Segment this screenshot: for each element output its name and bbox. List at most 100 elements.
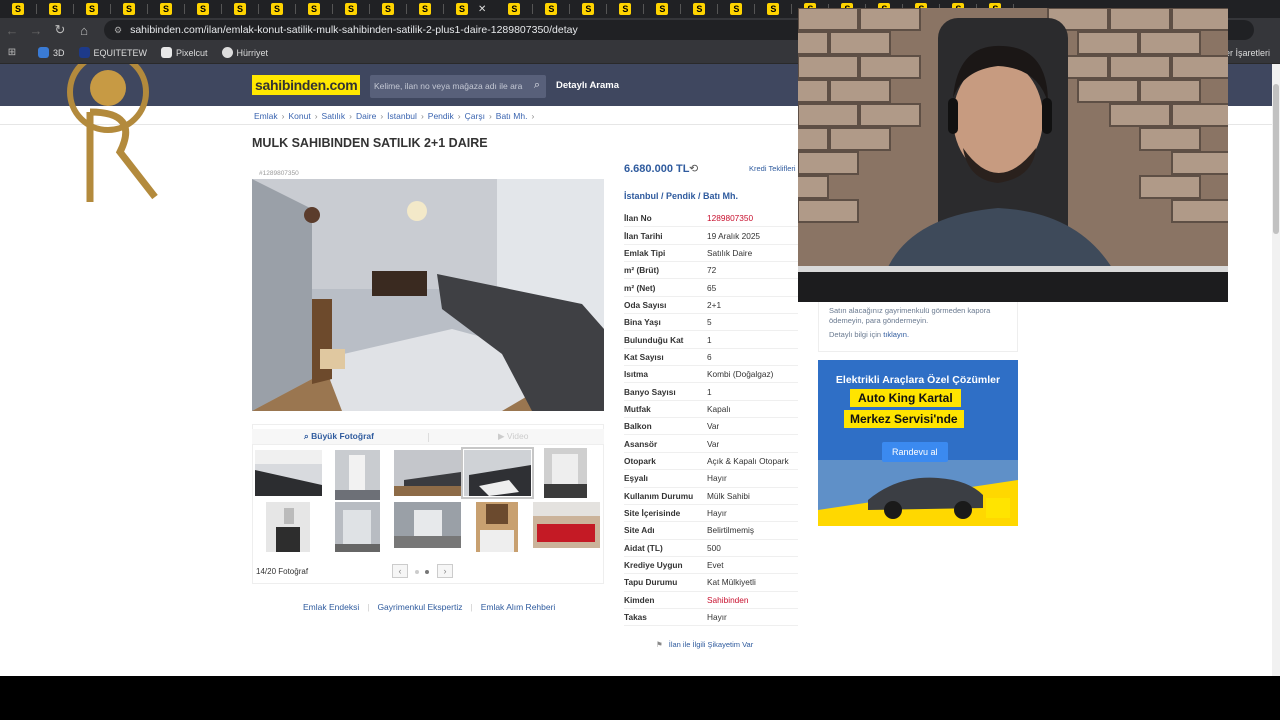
link-emlak-alim-rehberi[interactable]: Emlak Alım Rehberi bbox=[481, 602, 556, 612]
search-icon[interactable]: ⌕ bbox=[534, 79, 540, 92]
tab-favicon[interactable]: S bbox=[545, 3, 558, 15]
scrollbar-thumb[interactable] bbox=[1273, 84, 1279, 234]
tab-favicon[interactable]: S bbox=[160, 3, 172, 15]
tab-separator bbox=[680, 4, 682, 14]
detail-key: Site İçerisinde bbox=[624, 508, 681, 519]
tab-favicon[interactable]: S bbox=[730, 3, 743, 15]
tab-favicon[interactable]: S bbox=[345, 3, 357, 15]
tab-favicon[interactable]: S bbox=[308, 3, 320, 15]
bookmark-3d[interactable]: 3D bbox=[38, 47, 65, 58]
advertisement[interactable]: Elektrikli Araçlara Özel Çözümler Auto K… bbox=[818, 360, 1018, 526]
complaint-link[interactable]: ⚑ İlan ile İlgili Şikayetim Var bbox=[656, 640, 753, 649]
page-dot[interactable] bbox=[415, 570, 419, 574]
thumbnail[interactable] bbox=[544, 448, 587, 498]
breadcrumb-item[interactable]: İstanbul bbox=[387, 111, 417, 121]
page-dot-active[interactable] bbox=[425, 570, 429, 574]
detail-value: 1289807350 bbox=[707, 213, 754, 224]
detail-value: Kat Mülkiyetli bbox=[707, 577, 756, 588]
breadcrumb-item[interactable]: Emlak bbox=[254, 111, 278, 121]
tab-favicon[interactable]: S bbox=[123, 3, 135, 15]
detail-key: Bina Yaşı bbox=[624, 317, 661, 328]
search-input[interactable]: Kelime, ilan no veya mağaza adı ile ara … bbox=[370, 75, 546, 98]
detail-key: Site Adı bbox=[624, 525, 655, 536]
tab-favicon[interactable]: S bbox=[456, 3, 468, 15]
tab-favicon[interactable]: S bbox=[12, 3, 24, 15]
apps-icon[interactable]: ⊞ bbox=[0, 47, 24, 58]
back-icon[interactable]: ← bbox=[0, 23, 24, 38]
big-photo-link[interactable]: ⌕ Büyük Fotoğraf bbox=[304, 431, 374, 442]
tab-favicon[interactable]: S bbox=[271, 3, 283, 15]
video-link[interactable]: ▶ Video bbox=[498, 431, 529, 442]
tab-separator bbox=[569, 4, 571, 14]
tab-separator bbox=[532, 4, 534, 14]
tab-favicon[interactable]: S bbox=[619, 3, 632, 15]
location-breadcrumb[interactable]: İstanbul / Pendik / Batı Mh. bbox=[624, 191, 738, 201]
main-photo[interactable] bbox=[252, 179, 604, 411]
bookmark-pixelcut[interactable]: Pixelcut bbox=[161, 47, 208, 58]
tab-favicon[interactable]: S bbox=[197, 3, 209, 15]
detail-row: Takas Hayır bbox=[624, 609, 798, 627]
thumbnail[interactable] bbox=[476, 502, 518, 552]
breadcrumb-item[interactable]: Çarşı bbox=[465, 111, 485, 121]
detail-key: Oda Sayısı bbox=[624, 299, 667, 310]
page-scrollbar[interactable] bbox=[1272, 64, 1280, 676]
credit-offers-link[interactable]: Kredi Teklifleri bbox=[749, 164, 796, 173]
detailed-search-link[interactable]: Detaylı Arama bbox=[556, 80, 619, 91]
ad-brand: Auto King Kartal bbox=[850, 389, 961, 407]
next-page-button[interactable]: › bbox=[437, 564, 453, 578]
tab-favicon[interactable]: S bbox=[508, 3, 521, 15]
detail-key: Otopark bbox=[624, 455, 656, 466]
tab-favicon[interactable]: S bbox=[582, 3, 595, 15]
tab-favicon[interactable]: S bbox=[693, 3, 706, 15]
detail-row: Emlak Tipi Satılık Daire bbox=[624, 245, 798, 263]
safety-more-link[interactable]: tıklayın. bbox=[883, 330, 909, 339]
tab-favicon[interactable]: S bbox=[234, 3, 246, 15]
detail-value: 6 bbox=[707, 351, 712, 362]
link-gayrimenkul-ekspertiz[interactable]: Gayrimenkul Ekspertiz bbox=[377, 602, 462, 612]
reload-icon[interactable]: ↻ bbox=[48, 22, 72, 38]
webcam-overlay bbox=[798, 8, 1228, 302]
tab-separator bbox=[369, 4, 370, 14]
bookmark-hurriyet[interactable]: Hürriyet bbox=[221, 47, 268, 58]
detail-value: 2+1 bbox=[707, 299, 722, 310]
tab-separator bbox=[73, 4, 74, 14]
price-history-icon[interactable]: ⟲ bbox=[689, 162, 698, 175]
thumbnail[interactable] bbox=[255, 450, 322, 496]
tab-favicon[interactable]: S bbox=[419, 3, 431, 15]
detail-row: Site Adı Belirtilmemiş bbox=[624, 522, 798, 540]
thumbnail[interactable] bbox=[394, 502, 461, 548]
site-info-icon[interactable]: ⚙ bbox=[114, 25, 122, 36]
breadcrumb-item[interactable]: Konut bbox=[288, 111, 310, 121]
video-label: Video bbox=[506, 431, 529, 441]
tab-favicon[interactable]: S bbox=[382, 3, 394, 15]
link-emlak-endeksi[interactable]: Emlak Endeksi bbox=[303, 602, 359, 612]
detail-key: m² (Net) bbox=[624, 282, 656, 293]
safety-notice: Satın alacağınız gayrimenkulü görmeden k… bbox=[818, 300, 1018, 352]
detail-row: Isıtma Kombi (Doğalgaz) bbox=[624, 366, 798, 384]
detail-value[interactable]: Sahibinden bbox=[707, 595, 749, 605]
breadcrumb-item[interactable]: Daire bbox=[356, 111, 376, 121]
tab-favicon[interactable]: S bbox=[86, 3, 98, 15]
ad-cta-button[interactable]: Randevu al bbox=[882, 442, 948, 462]
thumbnail[interactable] bbox=[335, 502, 380, 552]
breadcrumb-item[interactable]: Batı Mh. bbox=[496, 111, 528, 121]
thumbnail[interactable] bbox=[533, 502, 600, 548]
detail-key: Banyo Sayısı bbox=[624, 386, 676, 397]
prev-page-button[interactable]: ‹ bbox=[392, 564, 408, 578]
home-icon[interactable]: ⌂ bbox=[72, 23, 96, 38]
thumbnail[interactable] bbox=[394, 450, 461, 496]
breadcrumb-item[interactable]: Pendik bbox=[428, 111, 454, 121]
bookmark-label: Pixelcut bbox=[176, 47, 208, 58]
thumbnail[interactable] bbox=[335, 450, 380, 500]
breadcrumb-item[interactable]: Satılık bbox=[322, 111, 346, 121]
tab-favicon[interactable]: S bbox=[656, 3, 669, 15]
tab-favicon[interactable]: S bbox=[49, 3, 61, 15]
tab-separator bbox=[643, 4, 645, 14]
forward-icon[interactable]: → bbox=[24, 23, 48, 38]
bookmark-equitetew[interactable]: EQUITETEW bbox=[78, 47, 147, 58]
thumbnail-selected[interactable] bbox=[461, 447, 534, 499]
close-tab-icon[interactable]: ✕ bbox=[478, 4, 486, 15]
tab-favicon[interactable]: S bbox=[767, 3, 780, 15]
site-logo[interactable]: sahibinden.com bbox=[252, 75, 361, 95]
thumbnail[interactable] bbox=[266, 502, 310, 552]
